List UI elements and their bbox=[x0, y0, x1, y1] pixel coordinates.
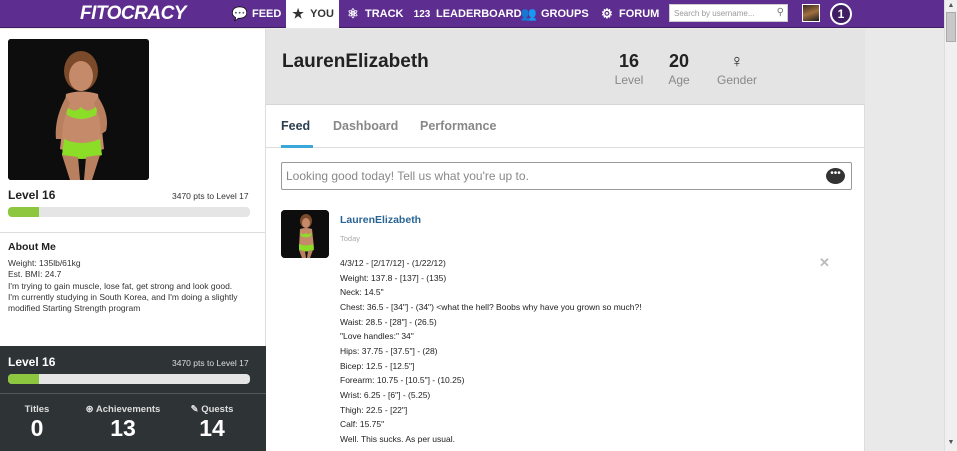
scroll-down-arrow-icon[interactable]: ▼ bbox=[945, 439, 957, 449]
feed-line: "Love handles:" 34" bbox=[340, 331, 414, 342]
header-gender-label: Gender bbox=[716, 73, 758, 87]
nav-groups-label: GROUPS bbox=[541, 8, 589, 20]
feed-post-body: 4/3/12 - [2/17/12] - (1/22/12) Weight: 1… bbox=[340, 256, 800, 447]
feed-line: Chest: 36.5 - [34"] - (34") <what the he… bbox=[340, 301, 642, 312]
scroll-thumb[interactable] bbox=[946, 12, 956, 42]
nav-track[interactable]: ⚛ TRACK bbox=[346, 0, 404, 28]
level-label: Level 16 bbox=[8, 188, 56, 202]
stat-quests-label: ✎ Quests bbox=[190, 404, 234, 415]
points-to-next-level: 3470 pts to Level 17 bbox=[172, 191, 249, 201]
tab-performance[interactable]: Performance bbox=[420, 119, 496, 133]
stat-quests-value: 14 bbox=[199, 415, 225, 441]
notification-count[interactable]: 1 bbox=[830, 3, 852, 25]
fitocracy-logo[interactable]: FITOCRACY bbox=[80, 3, 186, 25]
feed-line: Thigh: 22.5 - [22"] bbox=[340, 404, 408, 415]
nav-forum-label: FORUM bbox=[619, 8, 660, 20]
stat-achievements[interactable]: ⊛ Achievements 13 bbox=[82, 404, 164, 442]
feed-line: Wrist: 6.25 - [6"] - (5.25) bbox=[340, 389, 431, 400]
level-progress-bar bbox=[8, 374, 250, 384]
nav-feed[interactable]: 💬 FEED bbox=[231, 0, 282, 28]
stats-panel: Level 16 3470 pts to Level 17 Titles 0 ⊛… bbox=[0, 346, 266, 451]
nav-feed-label: FEED bbox=[252, 8, 282, 20]
feed-timestamp: Today bbox=[340, 234, 361, 243]
profile-tabs: Feed Dashboard Performance bbox=[266, 105, 865, 148]
feed-author-link[interactable]: LaurenElizabeth bbox=[340, 214, 421, 226]
about-line: I'm trying to gain muscle, lose fat, get… bbox=[8, 280, 233, 291]
level-label: Level 16 bbox=[8, 355, 56, 369]
nav-leaderboard[interactable]: 123 LEADERBOARD bbox=[413, 0, 522, 28]
tab-feed[interactable]: Feed bbox=[281, 119, 310, 133]
profile-photo bbox=[8, 39, 149, 180]
status-input[interactable]: Looking good today! Tell us what you're … bbox=[281, 162, 852, 190]
feed-line: Forearm: 10.75 - [10.5"] - (10.25) bbox=[340, 375, 465, 386]
header-level-label: Level bbox=[614, 73, 644, 87]
active-tab-indicator bbox=[281, 145, 313, 148]
people-icon: 👥 bbox=[520, 6, 538, 21]
feed-line: Waist: 28.5 - [28"] - (26.5) bbox=[340, 316, 437, 327]
header-age: 20 Age bbox=[664, 51, 694, 87]
header-age-label: Age bbox=[668, 73, 690, 87]
feed-line: Bicep: 12.5 - [12.5"] bbox=[340, 360, 415, 371]
profile-username: LaurenElizabeth bbox=[282, 51, 429, 72]
search-input[interactable]: Search by username... ⚲ bbox=[669, 4, 788, 22]
feed-line: Neck: 14.5" bbox=[340, 287, 384, 298]
stat-quests[interactable]: ✎ Quests 14 bbox=[188, 404, 236, 442]
feed-line: Calf: 15.75" bbox=[340, 419, 385, 430]
speech-bubble-icon[interactable]: ••• bbox=[826, 168, 845, 184]
stat-achievements-label: ⊛ Achievements bbox=[85, 404, 161, 415]
divider bbox=[0, 232, 266, 233]
search-icon[interactable]: ⚲ bbox=[777, 7, 784, 18]
profile-sidebar: Level 16 3470 pts to Level 17 About Me W… bbox=[0, 29, 266, 451]
points-to-next-level: 3470 pts to Level 17 bbox=[172, 358, 249, 368]
scroll-up-arrow-icon[interactable]: ▲ bbox=[945, 2, 957, 12]
nav-track-label: TRACK bbox=[365, 8, 404, 20]
about-line: Est. BMI: 24.7 bbox=[8, 269, 62, 280]
page-scrollbar[interactable]: ▲ ▼ bbox=[944, 0, 957, 451]
nav-forum[interactable]: ⚙ FORUM bbox=[600, 0, 659, 28]
divider bbox=[0, 393, 266, 394]
about-me-title: About Me bbox=[8, 241, 56, 253]
feed-line: Hips: 37.75 - [37.5"] - (28) bbox=[340, 345, 438, 356]
about-line: I'm currently studying in South Korea, a… bbox=[8, 291, 238, 314]
level-progress-fill bbox=[8, 374, 40, 384]
search-placeholder: Search by username... bbox=[674, 9, 755, 18]
profile-header: LaurenElizabeth 16 Level 20 Age ♀ Gender bbox=[266, 29, 865, 105]
stat-titles-label: Titles bbox=[24, 404, 50, 415]
top-nav: FITOCRACY 💬 FEED ★ YOU ⚛ TRACK 123 LEADE… bbox=[0, 0, 957, 28]
nav-you[interactable]: ★ YOU bbox=[286, 0, 339, 28]
stat-achievements-value: 13 bbox=[110, 415, 136, 441]
feed-line: Weight: 137.8 - [137] - (135) bbox=[340, 272, 447, 283]
feed-line: Well. This sucks. As per usual. bbox=[340, 433, 455, 444]
header-gender: ♀ Gender bbox=[714, 51, 760, 87]
level-progress-fill bbox=[8, 207, 40, 217]
user-avatar-mini[interactable] bbox=[802, 4, 820, 22]
chat-icon: 💬 bbox=[231, 6, 249, 21]
star-icon: ★ bbox=[292, 6, 304, 21]
main-content: LaurenElizabeth 16 Level 20 Age ♀ Gender… bbox=[266, 29, 865, 451]
nav-leaderboard-label: LEADERBOARD bbox=[436, 8, 522, 20]
feed-line: 4/3/12 - [2/17/12] - (1/22/12) bbox=[340, 258, 446, 268]
nav-groups[interactable]: 👥 GROUPS bbox=[520, 0, 589, 28]
level-progress-bar bbox=[8, 207, 250, 217]
stat-titles-value: 0 bbox=[30, 415, 44, 441]
about-me-text: Weight: 135lb/61kg Est. BMI: 24.7 I'm tr… bbox=[8, 258, 248, 314]
atom-icon: ⚛ bbox=[347, 6, 359, 21]
header-level-value: 16 bbox=[618, 51, 640, 71]
gear-icon: ⚙ bbox=[601, 6, 613, 21]
header-age-value: 20 bbox=[668, 51, 690, 71]
female-icon: ♀ bbox=[730, 51, 744, 71]
stat-titles[interactable]: Titles 0 bbox=[18, 404, 56, 442]
tab-dashboard[interactable]: Dashboard bbox=[333, 119, 398, 133]
status-placeholder: Looking good today! Tell us what you're … bbox=[286, 169, 529, 183]
feed-avatar[interactable] bbox=[281, 210, 329, 258]
close-icon[interactable]: ✕ bbox=[819, 255, 830, 271]
nav-you-label: YOU bbox=[310, 8, 334, 20]
about-line: Weight: 135lb/61kg bbox=[8, 258, 81, 268]
123-icon: 123 bbox=[413, 8, 431, 20]
header-level: 16 Level bbox=[613, 51, 645, 87]
